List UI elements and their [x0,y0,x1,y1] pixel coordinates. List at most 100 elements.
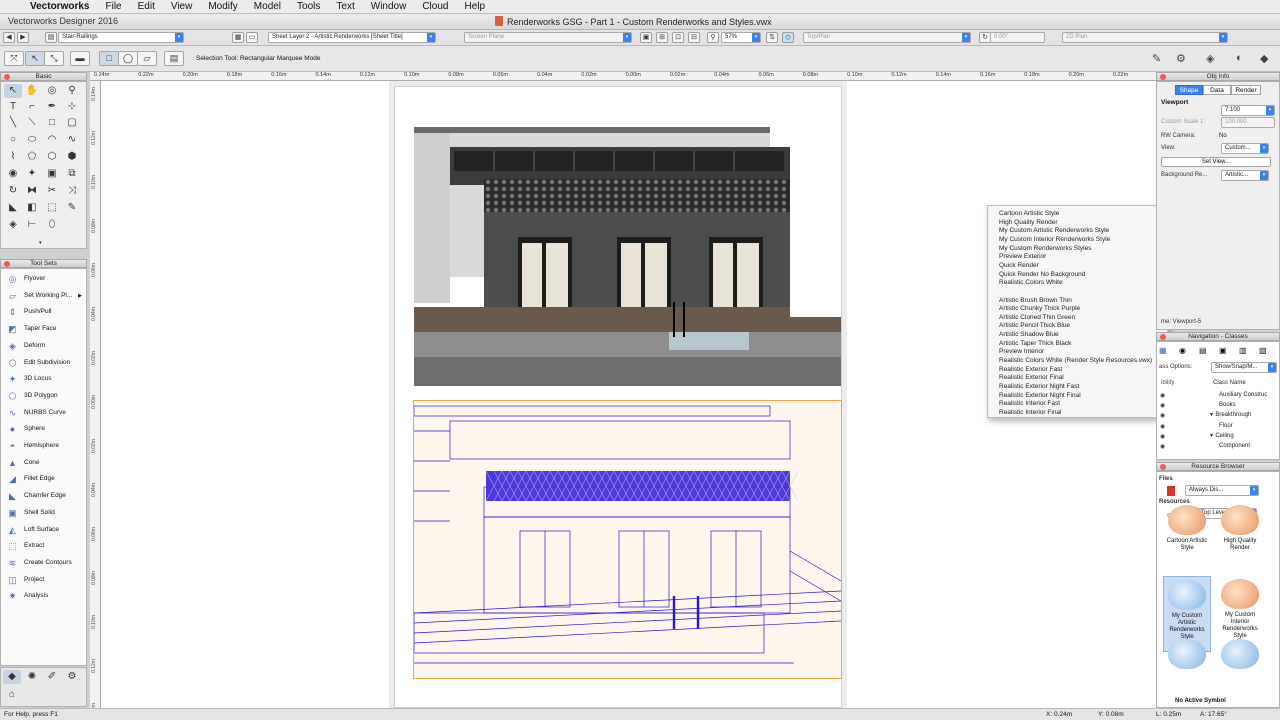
navigation-header[interactable]: Navigation - Classes [1156,332,1280,341]
disable-interactive-scaling-icon[interactable]: ▬ [70,51,90,66]
locus-tool-icon[interactable]: ✦ [23,167,41,181]
forward-arrow-icon[interactable]: ▶ [17,32,29,43]
set-view-button[interactable]: Set View... [1161,157,1271,167]
tool-set-item[interactable]: ▱ Set Working Pl... ▶ [1,288,86,304]
dimension-tool-icon[interactable]: ⊢ [23,218,41,232]
offset-tool-icon[interactable]: ⧉ [63,167,81,181]
visibility-eye-icon[interactable]: ◉ [1160,412,1165,419]
flyover-tool-icon[interactable]: ◎ [43,84,61,98]
render-style-item[interactable]: Quick Render [999,262,1039,269]
menu-view[interactable]: View [163,1,201,12]
zoom-field[interactable]: 57% ▾ [721,32,761,43]
render-style-item[interactable]: Preview Exterior [999,253,1046,260]
zoom-page-icon[interactable]: ⊡ [672,32,684,43]
back-arrow-icon[interactable]: ◀ [3,32,15,43]
render-style-item[interactable]: My Custom Artistic Renderworks Style [999,227,1109,234]
render-style-item[interactable]: Quick Render No Background [999,271,1085,278]
view-select[interactable]: Top/Plan ▾ [803,32,971,43]
working-plane-select[interactable]: Screen Plane ▾ [464,32,632,43]
close-icon[interactable] [4,74,10,80]
more-icon[interactable]: ▧ [1259,346,1267,355]
render-style-item[interactable]: Artistic Cloned Thin Green [999,314,1075,321]
palette-collapse-icon[interactable]: ▾ [39,240,42,246]
tool-set-item[interactable]: ◢ Fillet Edge [1,471,86,487]
resource-tile[interactable]: High Quality Render [1216,502,1264,578]
3d-modeling-tab-icon[interactable]: ◆ [3,670,21,684]
menu-cloud[interactable]: Cloud [414,1,456,12]
render-style-item[interactable]: Artistic Brush Brown Thin [999,297,1072,304]
render-style-item[interactable]: My Custom Renderworks Styles [999,245,1091,252]
active-class-select[interactable]: Stair-Railings ▾ [58,32,184,43]
class-row[interactable]: ▼ Ceiling [1209,433,1234,439]
tool-set-item[interactable]: ⬡ Edit Subdivision [1,355,86,371]
render-icon[interactable]: ◆ [1260,52,1268,65]
tool-set-item[interactable]: ◈ Deform [1,338,86,354]
regular-polygon-tool-icon[interactable]: ⬢ [63,150,81,164]
visibility-tool-icon[interactable]: ◈ [4,218,22,232]
visibility-eye-icon[interactable]: ◉ [1160,443,1165,450]
hidden-line-viewport[interactable] [413,400,842,679]
refs-icon[interactable]: ▥ [1239,346,1247,355]
tool-set-item[interactable]: ✦ 3D Locus [1,371,86,387]
active-layer-select[interactable]: Sheet Layer 2 - Artistic Renderworks [Sh… [268,32,436,43]
eyedropper-tool-icon[interactable]: ✒ [43,100,61,114]
double-line-tool-icon[interactable]: ⟍ [23,116,41,130]
menu-model[interactable]: Model [246,1,289,12]
render-style-item[interactable]: Artistic Taper Thick Black [999,340,1071,347]
class-icon[interactable]: ▤ [45,32,57,43]
file-icon[interactable] [1167,486,1175,496]
rounded-rectangle-tool-icon[interactable]: ▢ [63,116,81,130]
class-row[interactable]: Books [1219,402,1236,408]
scale-select[interactable]: 7:100 ▾ [1221,105,1275,116]
render-style-item[interactable]: Realistic Colors White [999,279,1063,286]
render-style-item[interactable]: Preview Interior [999,348,1044,355]
tool-set-item[interactable]: ◎ Flyover [1,271,86,287]
multi-select-mode-icon[interactable]: ⤡ [44,51,64,66]
tool-set-item[interactable]: ● Sphere [1,421,86,437]
obj-info-header[interactable]: Obj Info [1156,72,1280,81]
tool-set-item[interactable]: ⇕ Push/Pull [1,304,86,320]
close-icon[interactable] [1160,74,1166,80]
render-style-item[interactable]: Realistic Exterior Night Final [999,392,1081,399]
connect-combine-icon[interactable]: ⤨ [63,184,81,198]
line-tool-icon[interactable]: ╲ [4,116,22,130]
tool-set-item[interactable]: ▲ Cone [1,455,86,471]
single-select-mode-icon[interactable]: ↖ [25,51,45,66]
resource-tile[interactable]: Cartoon Artistic Style [1163,502,1211,578]
view-select[interactable]: Custom... ▾ [1221,143,1269,154]
menu-text[interactable]: Text [328,1,362,12]
layer-sheet-icon[interactable]: ▭ [246,32,258,43]
tool-set-item[interactable]: ▣ Shell Solid [1,505,86,521]
render-style-item[interactable]: High Quality Render [999,219,1058,226]
preferences-icon[interactable]: ▤ [164,51,184,66]
resource-tile[interactable] [1216,636,1264,669]
save-view-icon[interactable]: ▣ [640,32,652,43]
files-select[interactable]: Always Dis... ▾ [1185,485,1259,496]
gear-icon[interactable]: ⚙ [1176,52,1186,65]
rectangle-tool-icon[interactable]: □ [43,116,61,130]
tool-set-item[interactable]: ◩ Taper Face [1,321,86,337]
selection-tool-icon[interactable]: ↖ [4,84,22,98]
close-icon[interactable] [4,261,10,267]
menu-edit[interactable]: Edit [130,1,163,12]
tab-render[interactable]: Render [1231,85,1261,95]
layers-icon[interactable]: ◉ [1179,346,1186,355]
symbol-insertion-icon[interactable]: ▣ [43,167,61,181]
render-style-item[interactable]: My Custom Interior Renderworks Style [999,236,1110,243]
render-style-item[interactable]: Artistic Pencil Thick Blue [999,322,1070,329]
fillet-tool-icon[interactable]: ◣ [4,201,22,215]
attribute-mapping-icon[interactable]: ⊹ [63,100,81,114]
polygon-marquee-icon[interactable]: ▱ [137,51,157,66]
menu-file[interactable]: File [97,1,129,12]
double-polygon-tool-icon[interactable]: ⬡ [43,150,61,164]
flip-view-icon[interactable]: ⇅ [766,32,778,43]
split-tool-icon[interactable]: ✂ [43,184,61,198]
render-style-item[interactable]: Realistic Exterior Night Fast [999,383,1079,390]
resource-tile[interactable] [1163,636,1211,669]
tab-shape[interactable]: Shape [1175,85,1203,95]
view-icon[interactable]: ◇ [782,32,794,43]
tool-set-item[interactable]: ⬚ Extract [1,538,86,554]
classes-icon[interactable]: ▦ [1159,346,1167,355]
zoom-fit-icon[interactable]: ⊞ [656,32,668,43]
visibility-eye-icon[interactable]: ◉ [1160,423,1165,430]
